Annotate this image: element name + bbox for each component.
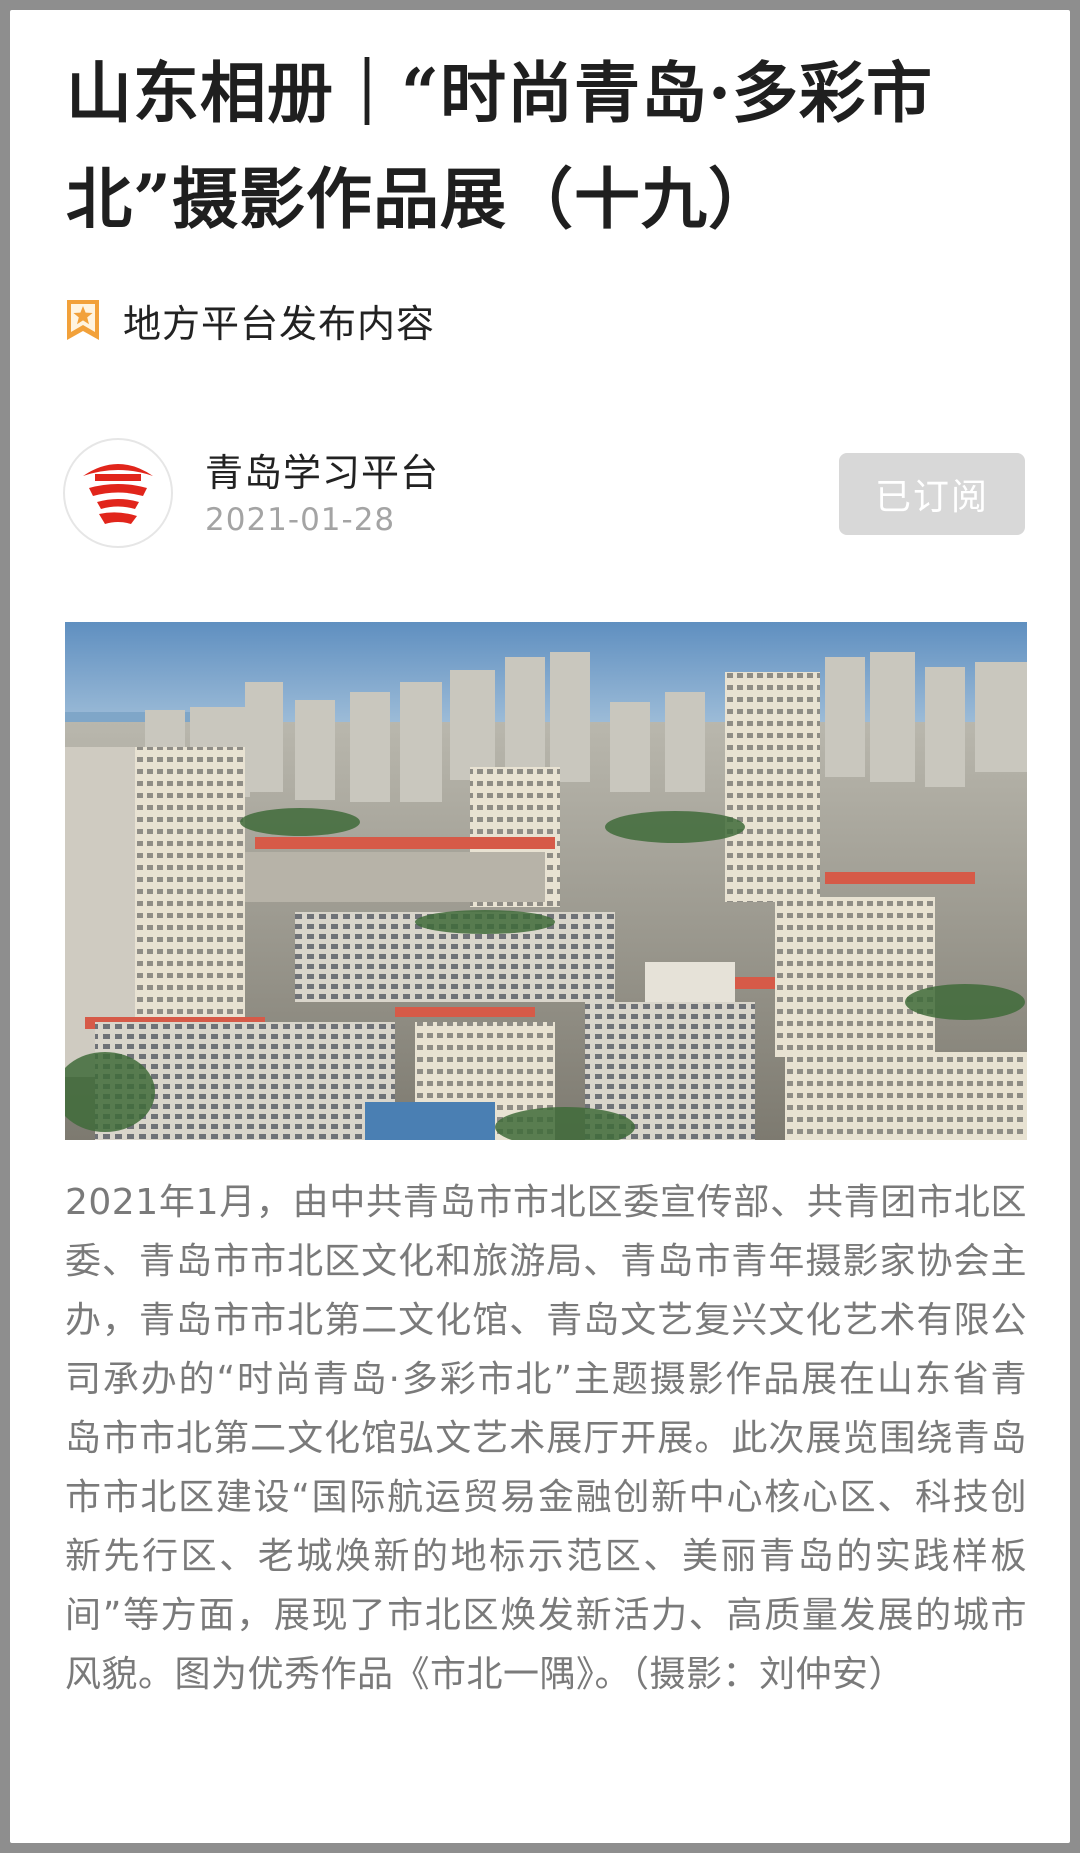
author-bar: 青岛学习平台 2021-01-28 已订阅 bbox=[65, 440, 1025, 550]
author-name[interactable]: 青岛学习平台 bbox=[205, 442, 439, 497]
publish-date: 2021-01-28 bbox=[205, 502, 396, 538]
article-body: 2021年1月，由中共青岛市市北区委宣传部、共青团市北区委、青岛市市北区文化和旅… bbox=[65, 1182, 1027, 1695]
bookmark-star-icon bbox=[67, 300, 99, 340]
city-skyline-photo[interactable] bbox=[65, 622, 1027, 1140]
article-page: 山东相册｜“时尚青岛·多彩市北”摄影作品展（十九） 地方平台发布内容 青岛学习平… bbox=[10, 10, 1070, 1843]
source-tag-label: 地方平台发布内容 bbox=[123, 301, 436, 346]
source-tag: 地方平台发布内容 bbox=[65, 295, 436, 346]
author-avatar[interactable] bbox=[65, 440, 171, 546]
qingdao-platform-logo-icon bbox=[83, 464, 153, 524]
subscribe-button[interactable]: 已订阅 bbox=[839, 453, 1025, 535]
article-title: 山东相册｜“时尚青岛·多彩市北”摄影作品展（十九） bbox=[66, 54, 933, 238]
